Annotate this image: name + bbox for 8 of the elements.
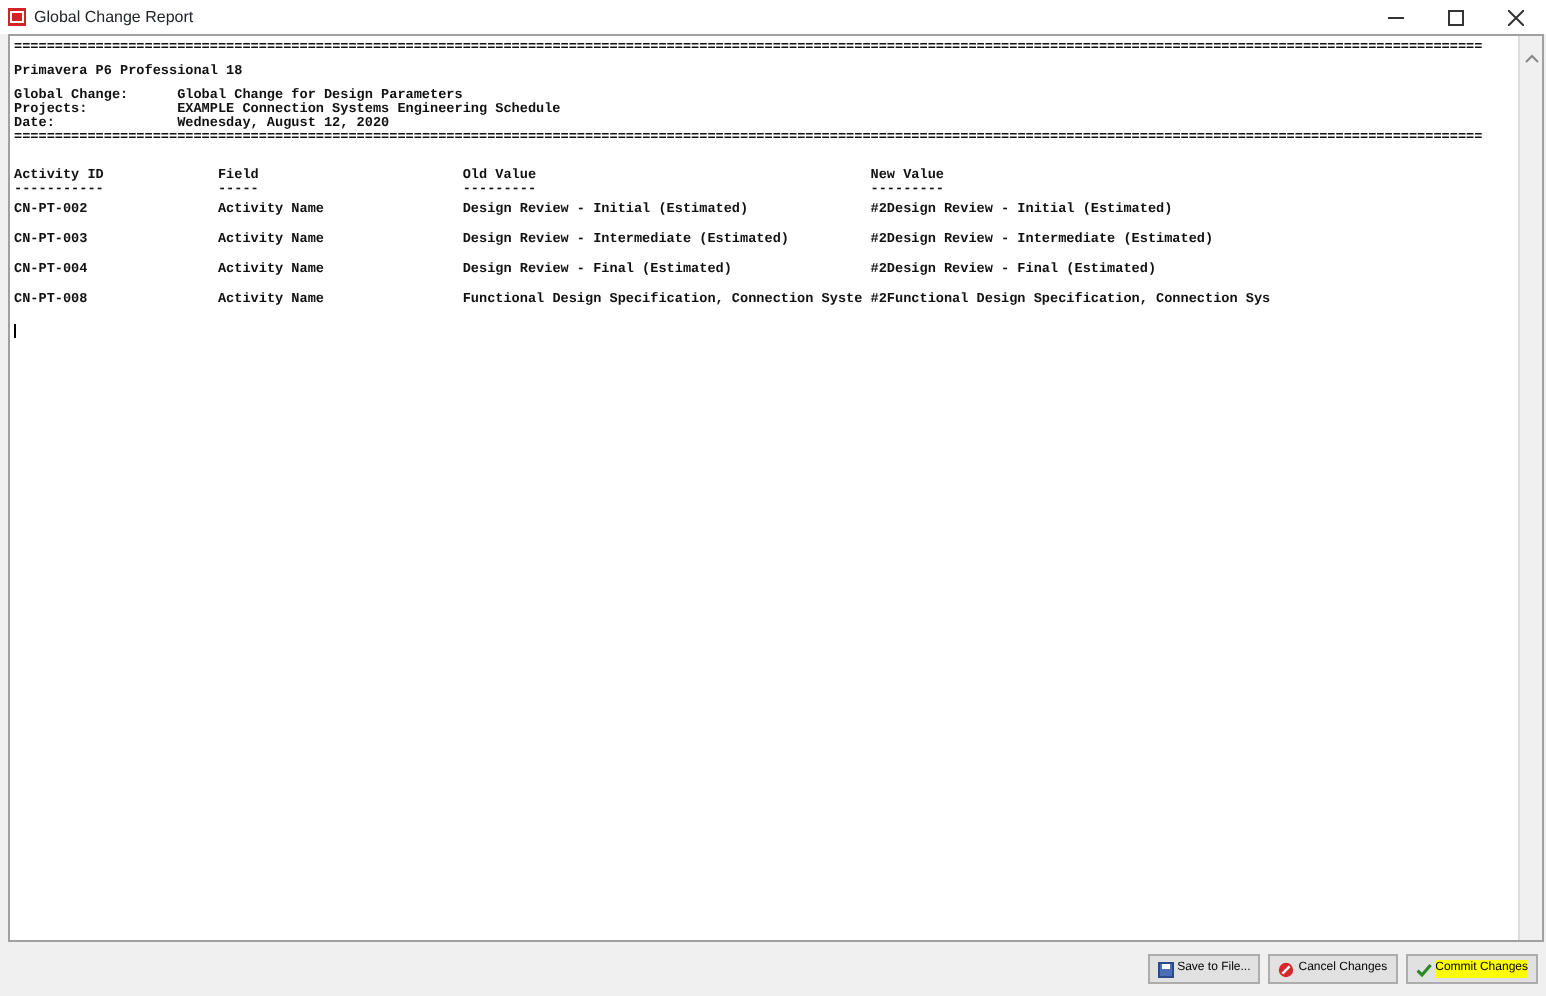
app-icon (8, 8, 26, 26)
close-icon (1508, 9, 1524, 25)
scrollbar[interactable] (1518, 36, 1542, 940)
checkmark-icon (1415, 961, 1432, 977)
text-cursor (14, 324, 16, 338)
window-title: Global Change Report (34, 5, 194, 29)
maximize-icon (1448, 9, 1464, 25)
cancel-icon (1278, 961, 1295, 977)
